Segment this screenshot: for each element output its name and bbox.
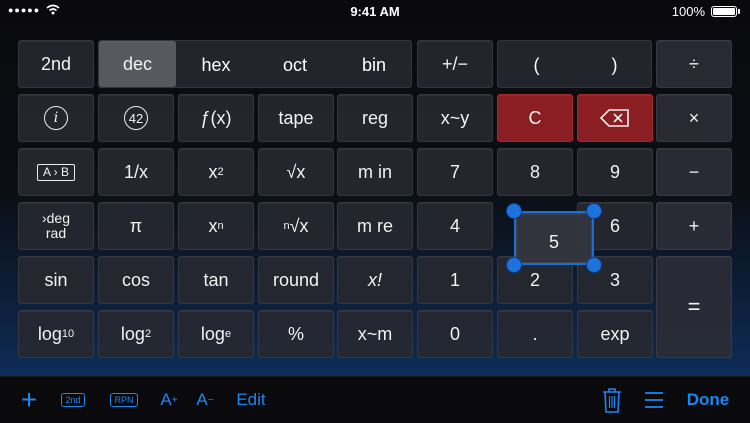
x-swap-m-button[interactable]: x~m <box>337 310 413 358</box>
digit-5-label: 5 <box>548 231 559 252</box>
trash-icon <box>603 388 621 413</box>
percent-button[interactable]: % <box>258 310 334 358</box>
clear-button[interactable]: C <box>497 94 573 142</box>
memory-recall-button[interactable]: m re <box>337 202 413 250</box>
battery-percent: 100% <box>671 4 705 19</box>
log2-subscript: 2 <box>144 328 152 340</box>
log10-label: log <box>37 323 62 344</box>
fx-button[interactable]: ƒ(x) <box>178 94 254 142</box>
memory-in-button[interactable]: m in <box>337 148 413 196</box>
tan-button[interactable]: tan <box>178 256 254 304</box>
round-button[interactable]: round <box>258 256 334 304</box>
bottom-toolbar: + 2nd RPN A + A − Edit Done <box>0 376 750 423</box>
sin-button[interactable]: sin <box>18 256 94 304</box>
deg-label: ›deg <box>41 210 71 226</box>
mode-dec-button[interactable]: dec <box>99 41 176 87</box>
square-label: x <box>208 161 218 182</box>
power-label: x <box>208 215 218 236</box>
mode-bin-button[interactable]: bin <box>335 41 413 89</box>
log10-subscript: 10 <box>61 328 75 340</box>
deg-rad-button[interactable]: ›deg rad <box>18 202 94 250</box>
reg-button[interactable]: reg <box>337 94 413 142</box>
second-button[interactable]: 2nd <box>18 40 94 88</box>
menu-icon <box>645 392 663 408</box>
power-exponent: n <box>217 220 224 232</box>
loge-button[interactable]: log e <box>178 310 254 358</box>
paren-open-button[interactable]: ( <box>498 41 575 89</box>
loge-subscript: e <box>224 328 232 340</box>
backspace-icon <box>600 109 629 127</box>
a-to-b-button[interactable]: A › B <box>18 148 94 196</box>
cos-button[interactable]: cos <box>98 256 174 304</box>
status-right: 100% <box>672 4 740 19</box>
done-button[interactable]: Done <box>682 387 734 413</box>
rpn-toggle-button[interactable]: RPN <box>108 388 140 412</box>
a-to-b-label: A › B <box>36 163 75 181</box>
divide-button[interactable]: ÷ <box>656 40 732 88</box>
font-increase-button[interactable]: A + <box>156 387 182 413</box>
plus-minus-button[interactable]: +/− <box>417 40 493 88</box>
plus-button[interactable]: + <box>656 202 732 250</box>
digit-0-button[interactable]: 0 <box>417 310 493 358</box>
digit-1-button[interactable]: 1 <box>417 256 493 304</box>
mode-hex-button[interactable]: hex <box>177 41 255 89</box>
font-increase-sup: + <box>171 394 178 406</box>
resize-handle-top-left[interactable] <box>506 203 522 219</box>
info-button[interactable]: i <box>18 94 94 142</box>
x-swap-y-button[interactable]: x~y <box>417 94 493 142</box>
trash-button[interactable] <box>598 385 626 415</box>
resize-handle-bottom-right[interactable] <box>586 257 602 273</box>
answer-badge: 42 <box>124 106 148 130</box>
log2-label: log <box>120 323 145 344</box>
battery-tip <box>738 9 740 14</box>
resize-handle-bottom-left[interactable] <box>506 257 522 273</box>
font-decrease-button[interactable]: A − <box>192 387 218 413</box>
resize-handle-top-right[interactable] <box>586 203 602 219</box>
digit-5-button[interactable]: 5 <box>516 213 592 263</box>
log10-button[interactable]: log 10 <box>18 310 94 358</box>
power-button[interactable]: xn <box>178 202 254 250</box>
battery-icon <box>711 6 737 17</box>
log2-button[interactable]: log 2 <box>98 310 174 358</box>
font-decrease-sup: − <box>207 394 214 406</box>
second-toggle-label: 2nd <box>61 393 85 407</box>
add-button[interactable]: + <box>14 384 44 415</box>
paren-group: ( ) <box>497 40 652 88</box>
minus-button[interactable]: − <box>656 148 732 196</box>
answer-button[interactable]: 42 <box>98 94 174 142</box>
equals-button[interactable]: = <box>656 256 732 358</box>
loge-label: log <box>200 323 225 344</box>
rpn-toggle-label: RPN <box>110 393 138 407</box>
font-increase-label: A <box>160 390 172 409</box>
reciprocal-button[interactable]: 1/x <box>98 148 174 196</box>
exp-button[interactable]: exp <box>577 310 653 358</box>
digit-4-button[interactable]: 4 <box>417 202 493 250</box>
nth-root-label: √x <box>289 215 309 236</box>
pi-button[interactable]: π <box>98 202 174 250</box>
factorial-button[interactable]: x! <box>337 256 413 304</box>
status-bar: ●●●●● 9:41 AM 100% <box>0 0 750 22</box>
digit-8-button[interactable]: 8 <box>497 148 573 196</box>
sqrt-button[interactable]: √x <box>258 148 334 196</box>
paren-close-button[interactable]: ) <box>576 41 653 89</box>
status-time: 9:41 AM <box>350 4 400 19</box>
menu-button[interactable] <box>642 387 666 413</box>
backspace-button[interactable] <box>577 94 653 142</box>
info-icon: i <box>44 106 68 130</box>
multiply-button[interactable]: × <box>656 94 732 142</box>
font-decrease-label: A <box>196 390 208 409</box>
digit-9-button[interactable]: 9 <box>577 148 653 196</box>
edit-button[interactable]: Edit <box>232 387 270 413</box>
digit-7-button[interactable]: 7 <box>417 148 493 196</box>
rad-label: rad <box>45 225 67 241</box>
nth-root-button[interactable]: n √x <box>258 202 334 250</box>
square-exponent: 2 <box>217 166 224 178</box>
second-toggle-button[interactable]: 2nd <box>58 388 88 412</box>
square-button[interactable]: x2 <box>178 148 254 196</box>
decimal-button[interactable]: . <box>497 310 573 358</box>
mode-oct-button[interactable]: oct <box>256 41 334 89</box>
mode-group: dec hex oct bin <box>98 40 412 88</box>
tape-button[interactable]: tape <box>258 94 334 142</box>
